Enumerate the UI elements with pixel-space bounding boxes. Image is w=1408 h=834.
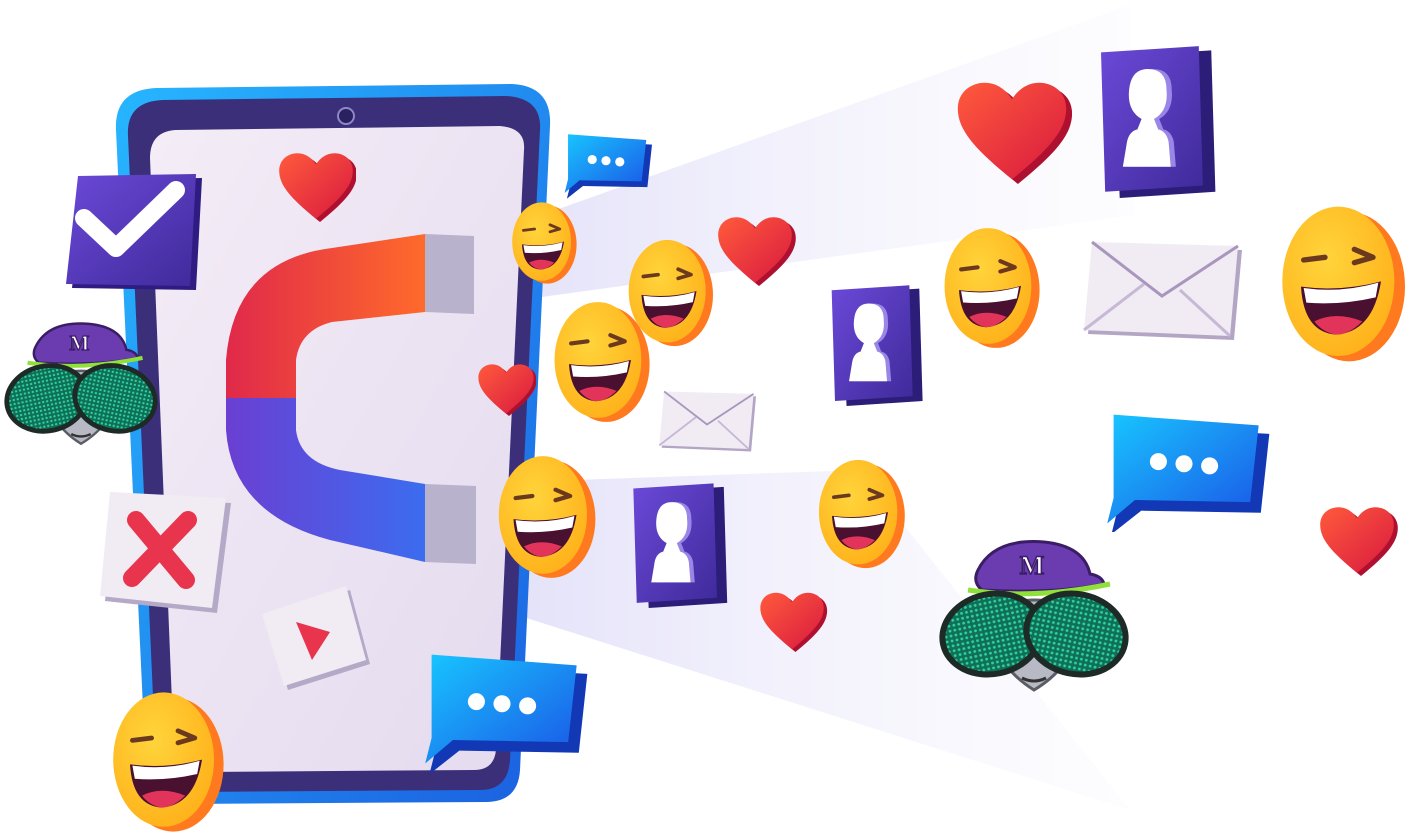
close-x-icon: [100, 492, 231, 613]
checkmark-icon: [66, 174, 202, 290]
social-magnet-illustration: M: [0, 5, 1408, 834]
